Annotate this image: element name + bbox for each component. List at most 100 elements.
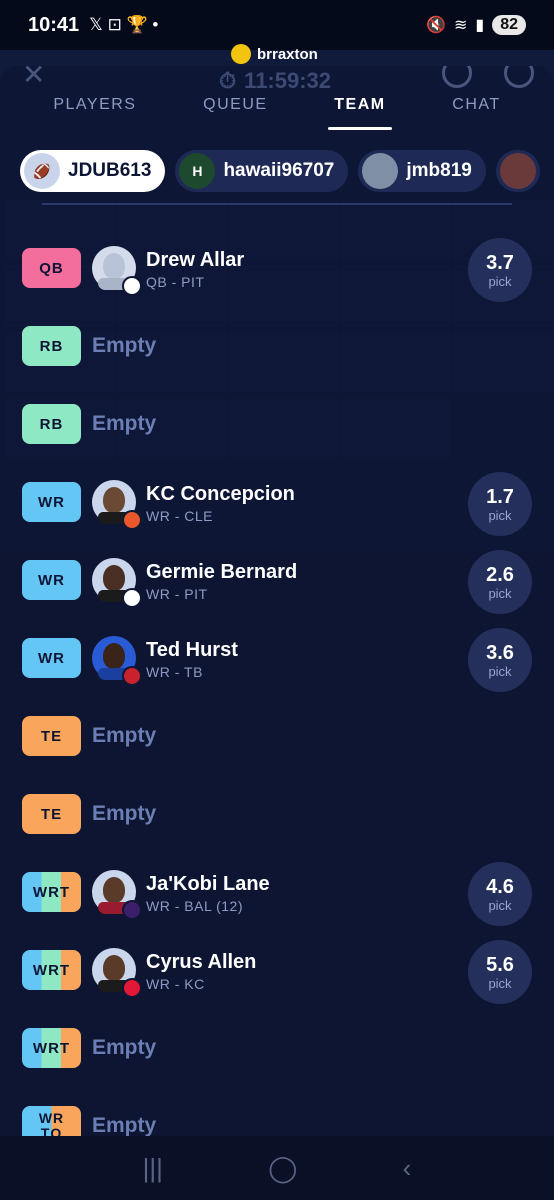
roster-slot-rb[interactable]: RB Empty xyxy=(0,306,554,384)
position-badge: RB xyxy=(22,326,81,366)
clock-icon: ⏱ xyxy=(219,68,237,93)
team-chip-hawaii96707[interactable]: H hawaii96707 xyxy=(175,150,349,192)
position-badge: WRT xyxy=(22,950,81,990)
team-chip-label: hawaii96707 xyxy=(223,160,335,181)
player-name: Cyrus Allen xyxy=(146,951,257,973)
steelers-logo-icon xyxy=(122,588,142,608)
status-time: 10:41 xyxy=(28,13,80,36)
player-name: Ja'Kobi Lane xyxy=(146,873,270,895)
buccaneers-logo-icon xyxy=(122,666,142,686)
position-badge: RB xyxy=(22,404,81,444)
notification-icons: 𝕏 ⊡ 🏆 • xyxy=(89,15,159,34)
pick-label: pick xyxy=(488,663,512,679)
panel-tabs: PLAYERS QUEUE TEAM CHAT xyxy=(0,92,554,130)
pick-badge: 4.6 pick xyxy=(468,862,532,926)
empty-slot-label: Empty xyxy=(92,1036,157,1059)
roster-slot-wr[interactable]: WR Germie Bernard WR - PIT 2.6 pick xyxy=(0,540,554,618)
user-avatar-icon xyxy=(231,44,251,64)
player-info: WR - KC xyxy=(146,976,205,992)
steelers-logo-icon xyxy=(122,276,142,296)
signal-icon: ▮ xyxy=(475,17,485,34)
pick-number: 1.7 xyxy=(486,485,514,508)
h-logo-icon: H xyxy=(179,153,216,189)
pick-number: 5.6 xyxy=(486,953,514,976)
pick-badge: 3.6 pick xyxy=(468,628,532,692)
roster-slot-wr[interactable]: WR Ted Hurst WR - TB 3.6 pick xyxy=(0,618,554,696)
tab-chat[interactable]: CHAT xyxy=(452,92,500,128)
tab-queue[interactable]: QUEUE xyxy=(203,92,267,128)
roster-slot-wr[interactable]: WR KC Concepcion WR - CLE 1.7 pick xyxy=(0,462,554,540)
position-badge: WR xyxy=(22,638,81,678)
empty-slot-label: Empty xyxy=(92,802,157,825)
pick-number: 3.6 xyxy=(486,641,514,664)
crosshair-icon[interactable] xyxy=(442,66,472,88)
tab-players[interactable]: PLAYERS xyxy=(53,92,136,128)
pick-badge: 1.7 pick xyxy=(468,472,532,536)
position-badge-line2: TQ xyxy=(40,1125,63,1137)
pick-label: pick xyxy=(488,273,512,289)
roster-slot-flex[interactable]: WRT Empty xyxy=(0,1008,554,1086)
status-bar: 10:41 𝕏 ⊡ 🏆 • 🔇 ≋ ▮ 82 xyxy=(0,0,554,50)
position-badge: WRT xyxy=(22,1028,81,1068)
position-badge: QB xyxy=(22,248,81,288)
player-name: Drew Allar xyxy=(146,249,245,271)
close-icon[interactable]: ✕ xyxy=(22,66,45,91)
pick-label: pick xyxy=(488,585,512,601)
pick-badge: 2.6 pick xyxy=(468,550,532,614)
roster-slot-wrte[interactable]: WR TQ Empty xyxy=(0,1086,554,1136)
pick-badge: 5.6 pick xyxy=(468,940,532,1004)
player-info: WR - CLE xyxy=(146,508,213,524)
player-headshot xyxy=(92,870,142,920)
timer-value: 11:59:32 xyxy=(244,68,332,93)
player-name: Ted Hurst xyxy=(146,639,238,661)
user-photo-icon xyxy=(499,153,536,189)
position-badge-line1: WR xyxy=(38,1110,65,1126)
pick-label: pick xyxy=(488,507,512,523)
gear-icon[interactable] xyxy=(504,66,534,88)
pick-label: pick xyxy=(488,897,512,913)
player-headshot xyxy=(92,246,142,296)
current-username: brraxton xyxy=(257,45,318,63)
roster-slot-flex[interactable]: WRT Cyrus Allen WR - KC 5.6 pick xyxy=(0,930,554,1008)
position-badge: TE xyxy=(22,794,81,834)
player-headshot xyxy=(92,558,142,608)
system-navigation-bar: ||| ◯ ‹ xyxy=(0,1136,554,1200)
player-name: KC Concepcion xyxy=(146,483,295,505)
empty-slot-label: Empty xyxy=(92,724,157,747)
empty-slot-label: Empty xyxy=(92,412,157,435)
roster-slot-qb[interactable]: QB Drew Allar QB - PIT 3.7 pick xyxy=(0,228,554,306)
browns-logo-icon xyxy=(122,510,142,530)
team-chip-jmb819[interactable]: jmb819 xyxy=(358,150,486,192)
draft-screen: 10:41 𝕏 ⊡ 🏆 • 🔇 ≋ ▮ 82 brraxton ✕ ⏱ 11:5… xyxy=(0,0,554,1200)
divider xyxy=(42,203,512,205)
team-chip-label: jmb819 xyxy=(406,160,472,181)
system-icons: 🔇 ≋ ▮ 82 xyxy=(426,15,526,35)
player-info: QB - PIT xyxy=(146,274,205,290)
roster-slot-flex[interactable]: WRT Ja'Kobi Lane WR - BAL (12) 4.6 pick xyxy=(0,852,554,930)
roster-slot-te[interactable]: TE Empty xyxy=(0,696,554,774)
roster-slot-te[interactable]: TE Empty xyxy=(0,774,554,852)
player-headshot xyxy=(92,480,142,530)
ravens-logo-icon xyxy=(122,900,142,920)
team-selector: 🏈 JDUB613 H hawaii96707 jmb819 xyxy=(20,150,554,194)
position-badge: WRT xyxy=(22,872,81,912)
recents-icon[interactable]: ||| xyxy=(143,1153,163,1184)
player-headshot xyxy=(92,948,142,998)
player-info: WR - PIT xyxy=(146,586,208,602)
team-chip-jdub613[interactable]: 🏈 JDUB613 xyxy=(20,150,166,192)
position-badge: WR xyxy=(22,560,81,600)
empty-slot-label: Empty xyxy=(92,334,157,357)
position-badge: WR TQ xyxy=(22,1106,81,1136)
back-icon[interactable]: ‹ xyxy=(403,1153,412,1184)
roster-slot-rb[interactable]: RB Empty xyxy=(0,384,554,462)
team-chip-next[interactable] xyxy=(495,150,540,192)
home-icon[interactable]: ◯ xyxy=(268,1153,297,1184)
battery-indicator: 82 xyxy=(492,15,526,35)
team-chip-label: JDUB613 xyxy=(68,160,152,181)
mute-icon: 🔇 xyxy=(426,17,446,34)
tab-team[interactable]: TEAM xyxy=(328,92,392,130)
wifi-icon: ≋ xyxy=(453,17,468,34)
empty-slot-label: Empty xyxy=(92,1114,157,1136)
draft-timer: ⏱ 11:59:32 xyxy=(219,68,331,94)
pick-number: 4.6 xyxy=(486,875,514,898)
